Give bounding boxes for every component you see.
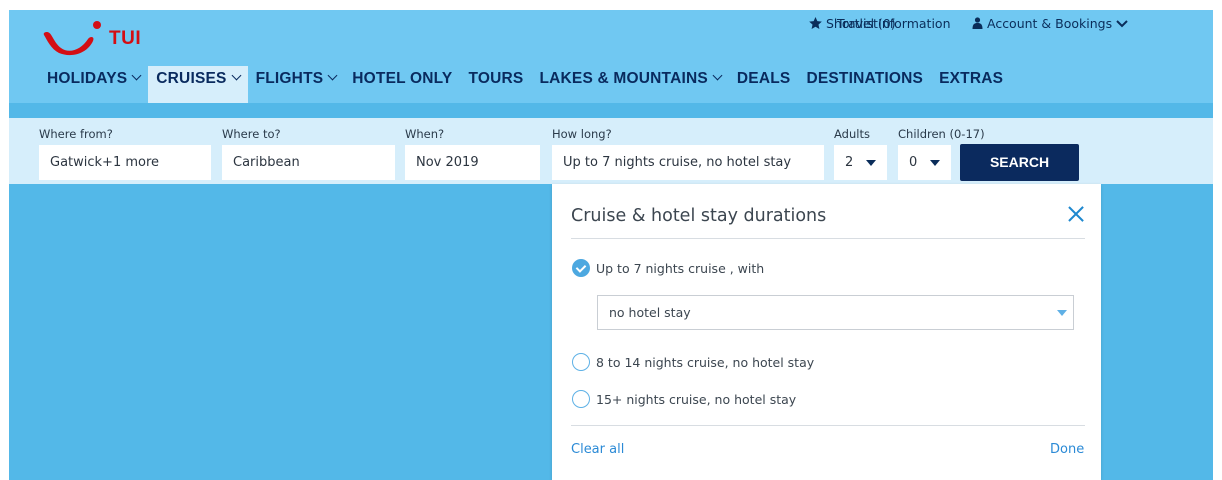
chevron-down-icon: [712, 70, 723, 81]
nav-lakes-mountains[interactable]: LAKES & MOUNTAINS: [531, 66, 728, 103]
chevron-down-icon: [231, 70, 242, 81]
page-background: TUI Shortlist(0) Travel Information Acco…: [9, 10, 1213, 480]
nav-deals[interactable]: DEALS: [729, 66, 799, 103]
nav-tours[interactable]: TOURS: [460, 66, 531, 103]
option-8-14-nights-label[interactable]: 8 to 14 nights cruise, no hotel stay: [596, 355, 814, 370]
site-header: TUI Shortlist(0) Travel Information Acco…: [9, 10, 1213, 103]
nav-flights[interactable]: FLIGHTS: [248, 66, 345, 103]
adults-label: Adults: [834, 127, 870, 141]
star-icon: [809, 17, 822, 29]
nav-extras[interactable]: EXTRAS: [931, 66, 1011, 103]
how-long-label: How long?: [552, 127, 612, 141]
nav-holidays[interactable]: HOLIDAYS: [47, 66, 148, 103]
adults-value: 2: [845, 155, 854, 170]
adults-select[interactable]: 2: [834, 145, 887, 180]
nav-flights-label: FLIGHTS: [255, 70, 324, 87]
option-7-nights-radio[interactable]: [572, 259, 590, 277]
dropdown-arrow-icon: [1057, 310, 1067, 316]
chevron-down-icon: [327, 70, 338, 81]
account-bookings-menu[interactable]: Account & Bookings: [972, 16, 1128, 31]
clear-all-link[interactable]: Clear all: [571, 442, 624, 457]
where-to-label: Where to?: [222, 127, 281, 141]
close-icon[interactable]: [1067, 205, 1085, 223]
duration-popup: Cruise & hotel stay durations Up to 7 ni…: [552, 184, 1101, 480]
hotel-stay-value: no hotel stay: [609, 305, 691, 320]
nav-holidays-label: HOLIDAYS: [47, 70, 128, 87]
nav-destinations[interactable]: DESTINATIONS: [798, 66, 931, 103]
option-15-nights-label[interactable]: 15+ nights cruise, no hotel stay: [596, 392, 796, 407]
divider: [571, 425, 1085, 426]
when-label: When?: [405, 127, 445, 141]
dropdown-arrow-icon: [930, 160, 940, 166]
travel-information-label: Travel Information: [837, 16, 951, 31]
search-panel: Where from? Gatwick+1 more Where to? Car…: [9, 118, 1213, 184]
nav-hotel-only[interactable]: HOTEL ONLY: [344, 66, 460, 103]
where-from-field[interactable]: Gatwick+1 more: [39, 145, 211, 180]
nav-lakes-mountains-label: LAKES & MOUNTAINS: [539, 70, 708, 87]
children-select[interactable]: 0: [898, 145, 951, 180]
option-8-14-nights-radio[interactable]: [572, 353, 590, 371]
option-7-nights-label[interactable]: Up to 7 nights cruise , with: [596, 261, 764, 276]
chevron-down-icon: [131, 70, 142, 81]
account-bookings-label: Account & Bookings: [986, 16, 1113, 31]
where-from-label: Where from?: [39, 127, 113, 141]
search-button[interactable]: SEARCH: [960, 144, 1079, 181]
nav-deals-label: DEALS: [736, 70, 791, 87]
children-value: 0: [909, 155, 918, 170]
when-field[interactable]: Nov 2019: [405, 145, 540, 180]
brand-name: TUI: [109, 28, 142, 49]
done-link[interactable]: Done: [1050, 442, 1084, 457]
how-long-field[interactable]: Up to 7 nights cruise, no hotel stay: [552, 145, 824, 180]
dropdown-arrow-icon: [866, 160, 876, 166]
nav-cruises[interactable]: CRUISES: [148, 66, 248, 103]
popup-title: Cruise & hotel stay durations: [571, 206, 827, 226]
main-navigation: HOLIDAYS CRUISES FLIGHTS HOTEL ONLY TOUR…: [47, 66, 1011, 103]
nav-extras-label: EXTRAS: [939, 70, 1004, 87]
nav-tours-label: TOURS: [468, 70, 524, 87]
divider: [571, 238, 1085, 239]
nav-cruises-label: CRUISES: [156, 70, 227, 87]
where-to-field[interactable]: Caribbean: [222, 145, 395, 180]
nav-destinations-label: DESTINATIONS: [806, 70, 924, 87]
travel-information-link[interactable]: Travel Information: [837, 16, 951, 31]
chevron-down-icon: [1116, 20, 1128, 28]
person-icon: [972, 17, 983, 29]
hotel-stay-select[interactable]: no hotel stay: [597, 295, 1074, 330]
nav-hotel-only-label: HOTEL ONLY: [352, 70, 453, 87]
option-15-nights-radio[interactable]: [572, 390, 590, 408]
children-label: Children (0-17): [898, 127, 985, 141]
